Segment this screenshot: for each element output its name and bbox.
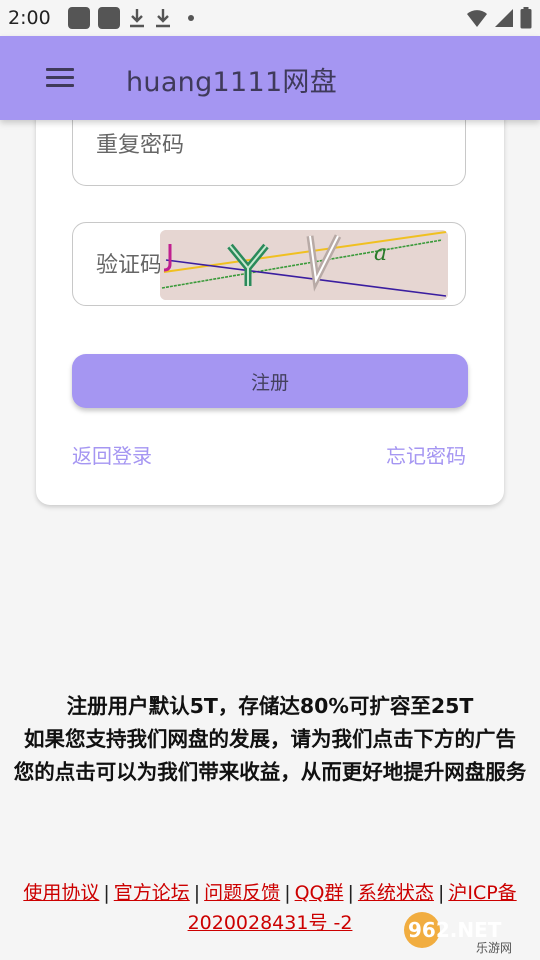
- back-to-login-link[interactable]: 返回登录: [72, 440, 152, 469]
- signal-icon: [495, 9, 513, 27]
- status-bar: 2:00: [0, 0, 540, 36]
- svg-text:a: a: [374, 241, 387, 266]
- app-notification-icon: [68, 7, 90, 29]
- register-button[interactable]: 注册: [72, 354, 468, 408]
- watermark-logo: 962.NET 乐游网: [404, 912, 512, 954]
- wifi-icon: [467, 10, 487, 27]
- footer-link-system-status[interactable]: 系统状态: [358, 882, 434, 904]
- notice-text: 注册用户默认5T，存储达80%可扩容至25T 如果您支持我们网盘的发展，请为我们…: [0, 690, 540, 789]
- notice-line-capacity: 注册用户默认5T，存储达80%可扩容至25T: [66, 694, 474, 718]
- notice-line-revenue: 您的点击可以为我们带来收益，从而更好地提升网盘服务: [13, 760, 527, 784]
- notice-line-support: 如果您支持我们网盘的发展，请为我们点击下方的广告: [24, 727, 516, 751]
- separator: |: [437, 882, 445, 904]
- system-icons: [466, 7, 532, 29]
- watermark-brand: 962.NET: [408, 918, 502, 942]
- more-notifications-icon: [188, 15, 194, 21]
- captcha-field[interactable]: a: [72, 222, 466, 307]
- footer-link-terms[interactable]: 使用协议: [23, 882, 99, 904]
- separator: |: [193, 882, 201, 904]
- captcha-image[interactable]: a: [160, 230, 448, 300]
- separator: |: [103, 882, 110, 904]
- footer-link-forum[interactable]: 官方论坛: [114, 882, 190, 904]
- app-notification-icon: [98, 7, 120, 29]
- status-time: 2:00: [8, 7, 51, 29]
- separator: |: [284, 882, 291, 904]
- app-bar: huang1111网盘: [0, 36, 540, 120]
- notification-icons: [68, 7, 194, 29]
- download-icon: [156, 9, 170, 28]
- menu-icon[interactable]: [46, 68, 74, 88]
- battery-icon: [520, 7, 532, 29]
- app-title: huang1111网盘: [126, 67, 338, 98]
- forgot-password-link[interactable]: 忘记密码: [386, 440, 466, 469]
- footer-link-feedback[interactable]: 问题反馈: [204, 882, 280, 904]
- footer-link-qq-group[interactable]: QQ群: [295, 882, 344, 904]
- watermark-sub: 乐游网: [476, 941, 512, 954]
- register-card: a 注册 返回登录 忘记密码: [36, 80, 504, 505]
- separator: |: [347, 882, 354, 904]
- download-icon: [130, 9, 144, 28]
